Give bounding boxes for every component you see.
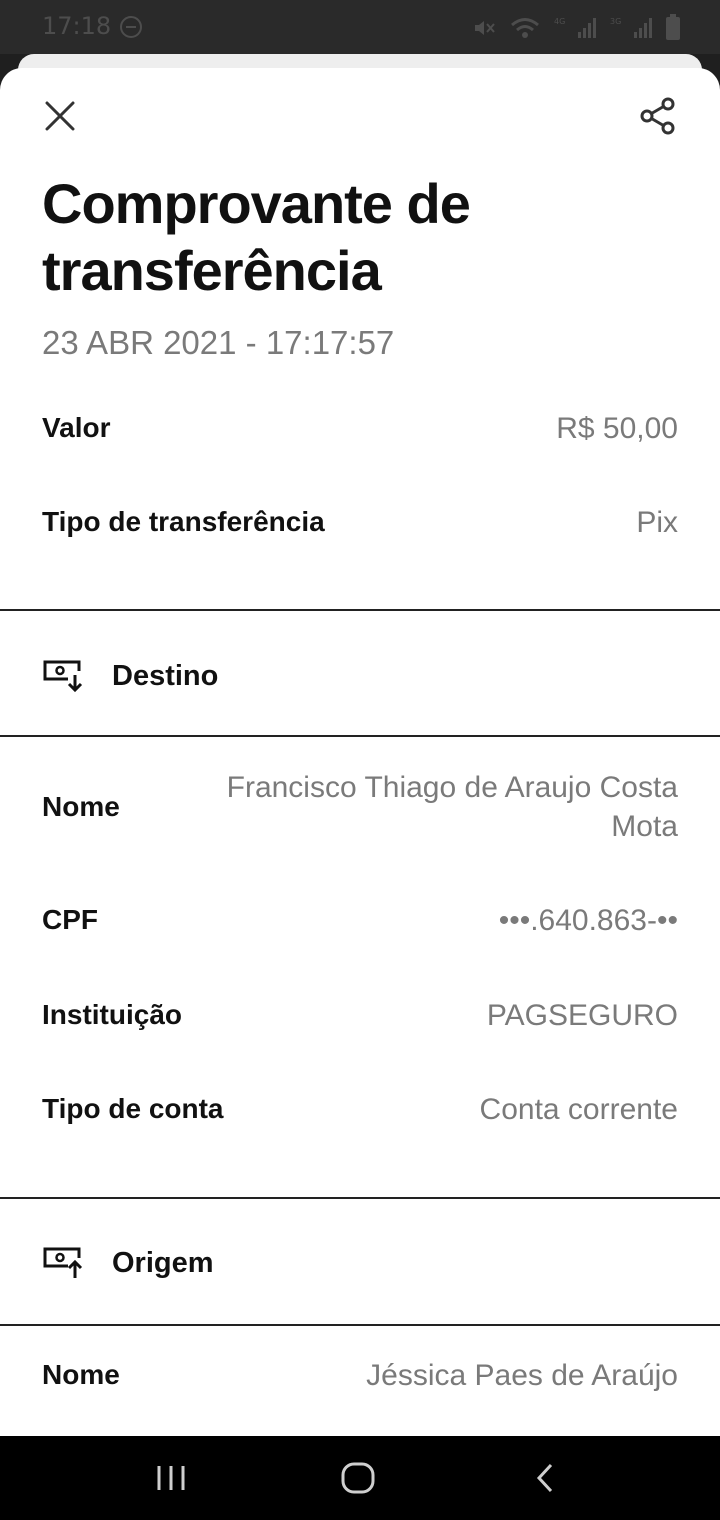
row-value: Jéssica Paes de Araújo <box>366 1358 678 1392</box>
section-title: Destino <box>112 659 219 692</box>
signal-4g-icon: 4G <box>554 17 596 38</box>
wifi-icon <box>511 18 539 38</box>
divider <box>0 1197 720 1199</box>
receipt-sheet: Comprovante de transferência 23 ABR 2021… <box>0 68 720 1436</box>
section-origin: Origem <box>42 1243 214 1283</box>
summary-row-tipo: Tipo de transferência Pix <box>42 502 678 542</box>
svg-text:3G: 3G <box>610 17 621 26</box>
origin-account-icon <box>43 1247 83 1278</box>
row-label: Tipo de transferência <box>42 506 325 537</box>
transfer-datetime: 23 ABR 2021 - 17:17:57 <box>42 324 395 361</box>
destination-row-instituicao: Instituição PAGSEGURO <box>42 995 678 1035</box>
row-label: Tipo de conta <box>42 1093 224 1124</box>
section-title: Origem <box>112 1246 214 1279</box>
back-icon <box>536 1463 553 1493</box>
destination-row-cpf: CPF •••.640.863-•• <box>42 900 678 940</box>
row-label: Valor <box>42 412 111 443</box>
home-button[interactable] <box>328 1456 388 1500</box>
close-button[interactable] <box>36 92 84 140</box>
row-value: Conta corrente <box>479 1092 678 1126</box>
share-button[interactable] <box>634 92 682 140</box>
status-bar: 17:18 4G 3G <box>0 0 720 54</box>
row-value: R$ 50,00 <box>556 411 678 445</box>
battery-icon <box>666 14 680 40</box>
row-value: •••.640.863-•• <box>498 903 678 937</box>
row-label: Nome <box>42 791 120 822</box>
share-icon <box>640 97 675 135</box>
section-destination: Destino <box>42 656 218 696</box>
dnd-icon <box>120 16 142 38</box>
row-value: PAGSEGURO <box>486 998 678 1032</box>
home-icon <box>341 1462 375 1494</box>
destination-row-nome: Nome Francisco Thiago de Araujo Costa Mo… <box>42 767 678 847</box>
recents-button[interactable] <box>141 1456 201 1500</box>
back-button[interactable] <box>515 1456 575 1500</box>
mute-icon <box>475 21 495 35</box>
divider <box>0 609 720 611</box>
svg-text:4G: 4G <box>554 17 565 26</box>
origin-row-nome: Nome Jéssica Paes de Araújo <box>42 1355 678 1395</box>
close-icon <box>45 101 75 131</box>
page-title: Comprovante de transferência <box>42 172 471 302</box>
row-value: Francisco Thiago de Araujo Costa Mota <box>226 771 678 843</box>
signal-3g-icon: 3G <box>610 17 652 38</box>
divider <box>0 735 720 737</box>
row-label: Instituição <box>42 999 183 1030</box>
status-icons: 4G 3G <box>472 14 680 40</box>
row-label: CPF <box>42 904 98 935</box>
status-time: 17:18 <box>42 12 112 40</box>
summary-row-valor: Valor R$ 50,00 <box>42 408 678 448</box>
navigation-bar <box>0 1436 720 1520</box>
destination-row-tipo-conta: Tipo de conta Conta corrente <box>42 1089 678 1129</box>
divider <box>0 1324 720 1326</box>
row-value: Pix <box>636 505 678 539</box>
destination-account-icon <box>43 660 83 693</box>
recents-icon <box>157 1466 185 1490</box>
row-label: Nome <box>42 1359 120 1390</box>
